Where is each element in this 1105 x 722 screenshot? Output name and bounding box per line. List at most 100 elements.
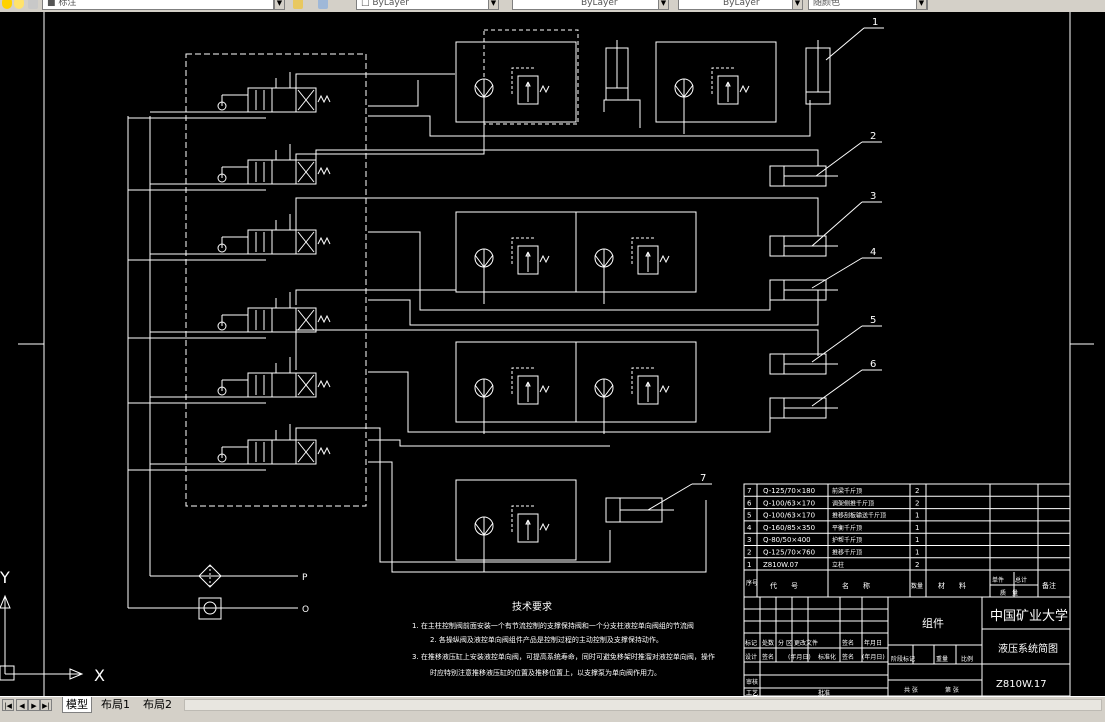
bom-header-unit: 单件: [992, 576, 1004, 584]
layer-previous-icon[interactable]: [318, 0, 328, 9]
bom-name: 调架侧推千斤顶: [832, 499, 874, 507]
bom-name: 推移刮板输送千斤顶: [832, 512, 886, 520]
bom-code: Q-125/70×760: [763, 549, 815, 557]
title-cell: 签名: [762, 653, 774, 661]
color-select-value: ByLayer: [372, 0, 409, 8]
bom-name: 立柱: [832, 561, 844, 569]
bom-qty: 1: [915, 524, 919, 532]
ucs-x-label: X: [94, 666, 105, 685]
bom-header-total: 总计: [1015, 576, 1027, 584]
balloon-number: 2: [870, 131, 876, 142]
title-cell: 设计: [745, 653, 757, 661]
layer-lock-icon[interactable]: [28, 0, 38, 9]
title-cell: 签名: [842, 639, 854, 647]
ucs-y-label: Y: [0, 568, 10, 587]
last-tab-button[interactable]: ▶|: [40, 699, 52, 711]
bom-qty: 1: [915, 536, 919, 544]
bom-qty: 1: [915, 512, 919, 520]
bom-header-no: 序号: [746, 579, 758, 587]
bom-name: 推移千斤顶: [832, 549, 862, 557]
title-cell: 重量: [936, 655, 948, 663]
bom-name: 平衡千斤顶: [832, 524, 862, 532]
layer-sun-icon[interactable]: [14, 0, 24, 9]
balloon-number: 6: [870, 359, 876, 370]
tech-line-3: 3. 在推移液压缸上安装液控单向阀，可提高系统寿命，同时可避免移架时推溜对液控单…: [412, 652, 715, 661]
layer-select[interactable]: ■ 标注: [42, 0, 274, 10]
bom-header-name: 名 称: [842, 581, 870, 590]
bom-header-weight: 质 量: [1000, 589, 1018, 597]
title-process: 工艺: [746, 689, 758, 696]
tech-line-1: 1. 在主柱控制阀前面安装一个有节流控制的支撑保持阀和一个分支柱液控单向阀组的节…: [412, 621, 694, 630]
layer-select-value: 标注: [58, 0, 77, 8]
bom-name: 护帮千斤顶: [832, 536, 862, 544]
first-tab-button[interactable]: |◀: [2, 699, 14, 711]
plotstyle-select-value: 随颜色: [813, 0, 841, 8]
title-assembly: 组件: [922, 616, 944, 630]
tech-line-2: 2. 各操纵阀及液控单向阀组件产品是控制过程的主动控制及支撑保持动作。: [430, 635, 663, 644]
bom-code: Z810W.07: [763, 561, 798, 569]
horizontal-scrollbar[interactable]: [184, 699, 1102, 711]
bom-header-qty: 数量: [911, 582, 923, 590]
plotstyle-select[interactable]: 随颜色: [808, 0, 928, 10]
bom-no: 5: [747, 512, 751, 520]
title-approve: 批准: [818, 689, 830, 696]
balloon-number: 3: [870, 191, 876, 202]
bom-name: 前梁千斤顶: [832, 487, 862, 495]
bom-no: 2: [747, 549, 751, 557]
bom-qty: 2: [915, 499, 919, 507]
bom-no: 1: [747, 561, 751, 569]
title-cell: 标准化: [818, 653, 836, 661]
title-drawing-no: Z810W.17: [996, 679, 1047, 690]
title-cell: (年月日): [788, 653, 811, 661]
port-label-p: P: [302, 573, 308, 583]
color-select[interactable]: □ ByLayer: [356, 0, 498, 10]
make-current-layer-icon[interactable]: [293, 0, 303, 9]
layout-tab-bar: |◀ ◀ ▶ ▶| 模型 布局1 布局2: [0, 696, 1105, 722]
next-tab-button[interactable]: ▶: [28, 699, 40, 711]
tech-line-4: 时应特别注意推移液压缸的位置及推移位置上，以支撑泵为单向阀作用力。: [430, 668, 661, 677]
balloon-number: 7: [700, 473, 706, 484]
lineweight-dropdown-icon[interactable]: ▼: [792, 0, 803, 10]
port-label-o: O: [302, 605, 309, 615]
bom-header-material: 材 料: [938, 581, 966, 590]
bom-no: 3: [747, 536, 751, 544]
title-sheet-total: 共 张: [904, 686, 918, 694]
tab-model[interactable]: 模型: [62, 697, 92, 713]
tab-layout2[interactable]: 布局2: [140, 697, 175, 712]
bom-code: Q-80/50×400: [763, 536, 811, 544]
bom-qty: 2: [915, 561, 919, 569]
title-university: 中国矿业大学: [990, 608, 1068, 624]
lineweight-select-value: ByLayer: [723, 0, 760, 8]
tech-requirements-title: 技术要求: [512, 600, 552, 613]
title-cell: 更改文件: [794, 639, 818, 647]
bom-header-remark: 备注: [1042, 581, 1056, 590]
title-cell: 阶段标记: [891, 655, 915, 663]
linetype-select[interactable]: ByLayer: [512, 0, 668, 10]
prev-tab-button[interactable]: ◀: [16, 699, 28, 711]
tab-layout1[interactable]: 布局1: [98, 697, 133, 712]
title-cell: 签名: [842, 653, 854, 661]
title-cell: 标记: [745, 639, 757, 647]
bom-code: Q-100/63×170: [763, 512, 815, 520]
bom-no: 7: [747, 487, 751, 495]
bom-code: Q-125/70×180: [763, 487, 815, 495]
linetype-dropdown-icon[interactable]: ▼: [658, 0, 669, 10]
title-review: 审核: [746, 678, 758, 686]
bom-code: Q-100/63×170: [763, 499, 815, 507]
layer-bulb-icon[interactable]: [2, 0, 12, 9]
color-dropdown-icon[interactable]: ▼: [488, 0, 499, 10]
lineweight-select[interactable]: ByLayer: [678, 0, 802, 10]
title-cell: 区: [786, 640, 792, 647]
balloon-number: 5: [870, 315, 876, 326]
bom-no: 4: [747, 524, 752, 532]
title-cell: (年月日): [862, 653, 885, 661]
bom-code: Q-160/85×350: [763, 524, 815, 532]
title-cell: 处数: [762, 639, 774, 647]
plotstyle-dropdown-icon[interactable]: ▼: [916, 0, 927, 10]
layer-dropdown-icon[interactable]: ▼: [274, 0, 285, 10]
bom-header-code: 代 号: [770, 581, 798, 590]
balloon-number: 4: [870, 247, 876, 258]
drawing-canvas[interactable]: P O 1 2 3 4 5 6 7 技术要求 1. 在主柱控制阀前面安装一个有节流控制的支撑…: [0, 12, 1105, 696]
title-cell: 年月日: [864, 639, 882, 647]
title-drawing-name: 液压系统简图: [998, 642, 1058, 655]
